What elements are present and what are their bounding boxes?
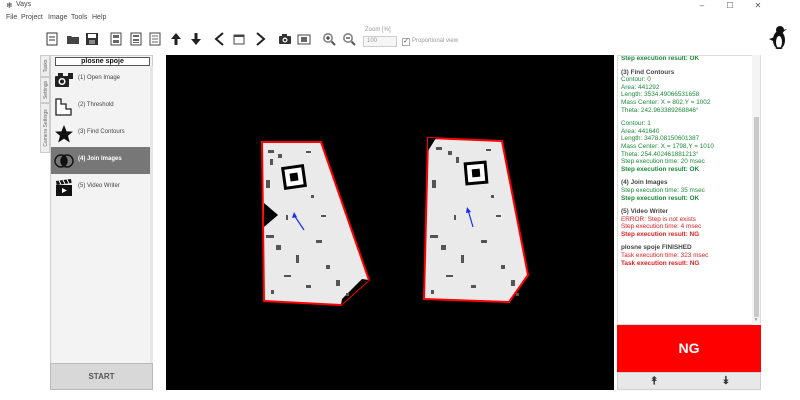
step-find-contours[interactable]: (3) Find Contours	[51, 120, 152, 147]
open-folder-icon[interactable]	[65, 31, 81, 47]
step-label: (5) Video Writer	[78, 183, 120, 189]
arrow-left-icon[interactable]	[212, 31, 228, 47]
execution-log: Step execution result: OK (3) Find Contou…	[617, 55, 761, 325]
title-bar: ❄ Vays – ☐ ✕	[0, 0, 800, 12]
log-line: Theta: 242.963389268846°	[621, 106, 699, 114]
menu-help[interactable]: Help	[92, 12, 106, 23]
log-line: Length: 3478.08150601387	[621, 135, 700, 143]
log-lines: Step execution result: OK (3) Find Contou…	[621, 55, 753, 267]
log-line: Contour: 1	[621, 120, 651, 128]
overlap-circles-icon	[54, 154, 74, 168]
log-line: Area: 441292	[621, 83, 660, 91]
menu-file[interactable]: File	[6, 12, 17, 23]
log-scrollbar-thumb[interactable]	[754, 117, 759, 317]
log-line: (5) Video Writer	[621, 208, 668, 216]
close-button[interactable]: ✕	[744, 0, 772, 12]
image-viewer	[166, 55, 614, 390]
toolbar: Zoom [%] 100 ✓ Proportional view	[0, 23, 800, 53]
panel-a-icon[interactable]	[108, 31, 124, 47]
zoom-out-icon[interactable]	[341, 31, 357, 47]
frame-icon[interactable]	[296, 31, 312, 47]
zoom-in-icon[interactable]	[321, 31, 337, 47]
log-line: plosne spoje FINISHED	[621, 244, 692, 252]
panel-b-icon[interactable]	[128, 31, 144, 47]
star-icon	[55, 125, 73, 143]
result-indicator: NG	[617, 325, 761, 372]
arrow-right-icon[interactable]	[252, 31, 268, 47]
log-line: Mass Center: X = 1798,Y = 1010	[621, 142, 714, 150]
staircase-icon	[55, 98, 72, 116]
log-scroll-down-icon[interactable]: ▼	[752, 317, 760, 323]
step-join-images[interactable]: (4) Join Images	[51, 147, 152, 174]
camera-icon	[55, 73, 73, 87]
step-threshold[interactable]: (2) Threshold	[51, 93, 152, 120]
log-line: Step execution result: NG	[621, 230, 700, 238]
task-title: plosne spoje	[55, 57, 150, 66]
tab-camera-settings[interactable]: Camera Settings	[40, 103, 50, 153]
menu-bar: File Project Image Tools Help	[0, 12, 800, 23]
fiducial-right-center	[471, 168, 481, 178]
log-scrollbar[interactable]	[752, 55, 760, 325]
camera-icon[interactable]	[277, 31, 293, 47]
window-icon[interactable]	[231, 31, 247, 47]
log-line: (3) Find Contours	[621, 68, 675, 76]
log-line: (4) Join Images	[621, 179, 668, 187]
steps-scrollbar[interactable]	[150, 66, 153, 364]
minimize-button[interactable]: –	[688, 0, 716, 12]
start-button[interactable]: START	[50, 363, 153, 390]
log-line: Contour: 0	[621, 76, 651, 84]
log-line: Step execution result: OK	[621, 194, 700, 202]
proportional-view-label: Proportional view	[412, 38, 459, 44]
joined-image-canvas	[260, 136, 530, 307]
log-line: Length: 3534.49066531658	[621, 91, 700, 99]
save-icon[interactable]	[84, 31, 100, 47]
arrow-up-icon[interactable]	[168, 31, 184, 47]
log-line: Step execution result: OK	[621, 55, 700, 62]
proportional-view-checkbox[interactable]: ✓	[402, 38, 410, 46]
zoom-label: Zoom [%]	[365, 27, 391, 33]
side-tab-strip: Tasks Settings Camera Settings	[40, 55, 50, 390]
log-line: Step execution time: 20 msec	[621, 158, 705, 166]
arrow-down-icon[interactable]	[188, 31, 204, 47]
new-document-icon[interactable]	[44, 31, 60, 47]
zoom-input[interactable]: 100	[363, 36, 397, 47]
task-steps-panel: plosne spoje (1) Open Image (2) Threshol…	[50, 55, 153, 390]
step-label: (2) Threshold	[78, 102, 114, 108]
step-video-writer[interactable]: (5) Video Writer	[51, 174, 152, 201]
log-line: Task execution result: NG	[621, 259, 700, 267]
app-logo-icon: ❄	[6, 1, 13, 10]
log-navigation-bar: ⯭ ⯯	[617, 372, 761, 390]
pcb-board-left	[262, 142, 369, 305]
step-label: (4) Join Images	[78, 156, 122, 162]
maximize-button[interactable]: ☐	[716, 0, 744, 12]
log-line: ERROR: Step is not exists	[621, 215, 696, 223]
menu-image[interactable]: Image	[48, 12, 67, 23]
menu-tools[interactable]: Tools	[71, 12, 87, 23]
penguin-logo-icon	[769, 26, 787, 49]
scroll-up-icon[interactable]: ⯭	[644, 374, 664, 388]
log-line: Theta: 254.402461881213°	[621, 150, 699, 158]
log-line: Mass Center: X = 802,Y = 1002	[621, 98, 711, 106]
log-line: Step execution time: 35 msec	[621, 186, 705, 194]
window-title: Vays	[16, 1, 32, 8]
tab-tasks[interactable]: Tasks	[40, 55, 50, 77]
log-line: Task execution time: 323 msec	[621, 252, 709, 260]
step-label: (3) Find Contours	[78, 129, 125, 135]
log-line: Area: 441640	[621, 127, 660, 135]
step-label: (1) Open Image	[78, 75, 121, 81]
tab-settings[interactable]: Settings	[40, 77, 50, 103]
log-line: Step execution result: OK	[621, 165, 700, 173]
menu-project[interactable]: Project	[21, 12, 43, 23]
step-open-image[interactable]: (1) Open Image	[51, 66, 152, 93]
fiducial-left-center	[289, 172, 299, 182]
panel-c-icon[interactable]	[147, 31, 163, 47]
scroll-down-icon[interactable]: ⯯	[716, 374, 736, 388]
film-clapper-icon	[56, 179, 72, 196]
log-line: Step execution time: 4 msec	[621, 223, 702, 231]
